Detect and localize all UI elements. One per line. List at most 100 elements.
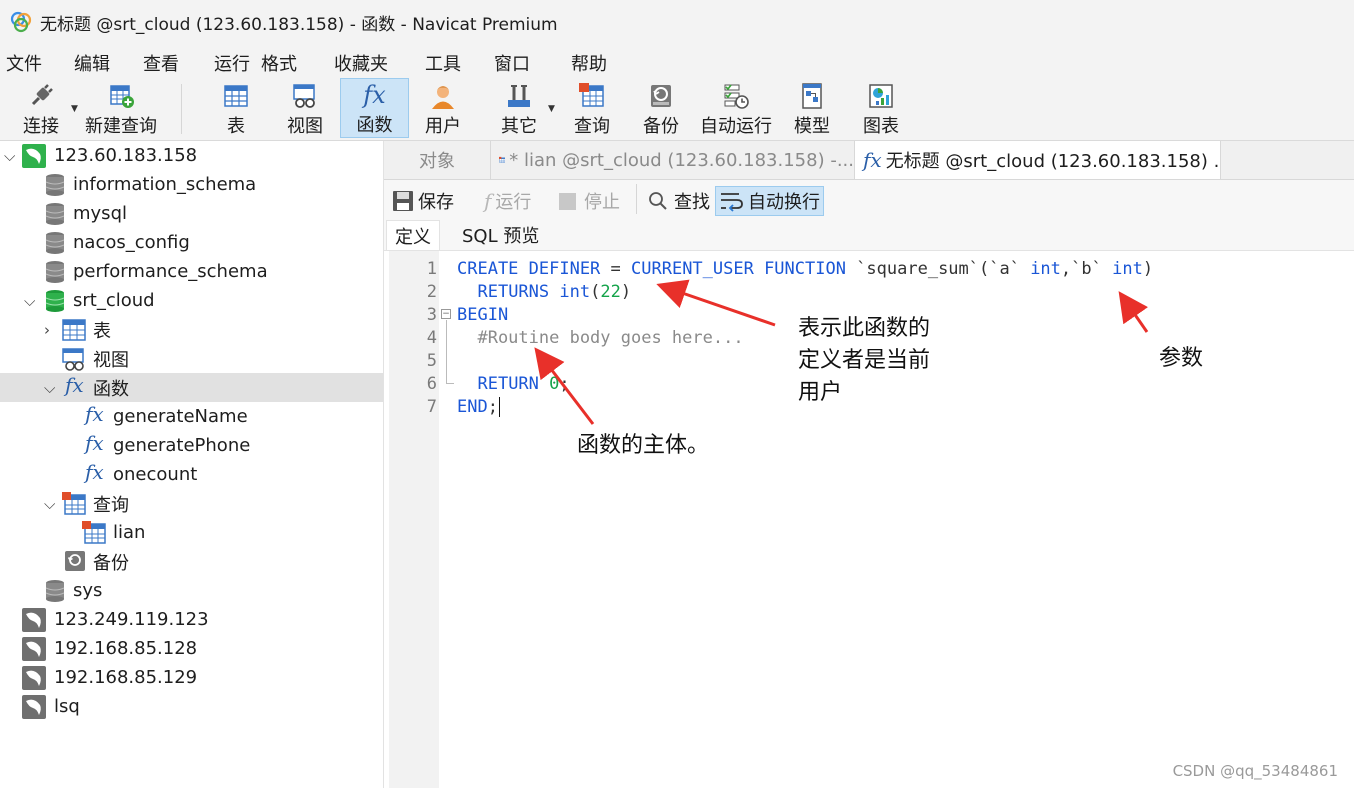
other-dropdown-icon[interactable]: ▼ [548, 104, 555, 114]
function-fx-icon: fx [85, 402, 104, 426]
mysql-connection-icon [22, 608, 46, 632]
tab-sql-preview[interactable]: SQL 预览 [454, 220, 547, 250]
tree-db-mysql[interactable]: mysql [0, 199, 383, 228]
chevron-down-icon[interactable]: ⌵ [44, 379, 55, 397]
menu-favorites[interactable]: 收藏夹 [334, 50, 388, 76]
other-button[interactable]: 其它 [497, 78, 541, 138]
window-title: 无标题 @srt_cloud (123.60.183.158) - 函数 - N… [40, 14, 558, 35]
tab-objects[interactable]: 对象 [384, 141, 491, 179]
query-button[interactable]: 查询 [570, 78, 614, 138]
find-button[interactable]: 查找 [648, 186, 710, 216]
tab-definition[interactable]: 定义 [386, 220, 440, 250]
tree-connection-123-60-183-158[interactable]: ⌵ 123.60.183.158 [0, 141, 383, 170]
tree-fn-generatephone[interactable]: fx generatePhone [0, 431, 383, 460]
backup-icon [65, 551, 85, 571]
tree-db-performance-schema[interactable]: performance_schema [0, 257, 383, 286]
chart-icon [869, 84, 893, 108]
chart-button[interactable]: 图表 [859, 78, 903, 138]
tree-node-backups[interactable]: 备份 [0, 547, 383, 576]
fold-toggle-icon[interactable]: − [441, 309, 451, 319]
save-icon [393, 191, 413, 211]
title-bar: 无标题 @srt_cloud (123.60.183.158) - 函数 - N… [0, 0, 1354, 44]
stop-icon [559, 192, 576, 210]
backup-button[interactable]: 备份 [639, 78, 683, 138]
function-fx-icon: fx [65, 373, 84, 397]
tree-node-views[interactable]: 视图 [0, 344, 383, 373]
menu-help[interactable]: 帮助 [571, 50, 607, 76]
code-line-1[interactable]: CREATE DEFINER = CURRENT_USER FUNCTION `… [457, 259, 1153, 279]
code-line-7[interactable]: END; [457, 397, 511, 417]
search-icon [649, 192, 667, 210]
query-icon [62, 492, 86, 515]
tree-node-queries[interactable]: ⌵ 查询 [0, 489, 383, 518]
model-icon [802, 83, 822, 109]
tab-lian-query[interactable]: * lian @srt_cloud (123.60.183.158) -... [491, 141, 855, 179]
menu-window[interactable]: 窗口 [494, 50, 530, 76]
tree-connection-192-168-85-129[interactable]: 192.168.85.129 [0, 663, 383, 692]
connect-button[interactable]: 连接 [16, 78, 66, 138]
tree-connection-123-249-119-123[interactable]: 123.249.119.123 [0, 605, 383, 634]
tree-db-nacos-config[interactable]: nacos_config [0, 228, 383, 257]
main-toolbar: 连接 ▼ 新建查询 表 视图 fx 函数 用户 其它 ▼ 查询 备份 自动运行 … [0, 78, 1354, 141]
stop-button[interactable]: 停止 [559, 186, 620, 216]
tree-node-functions[interactable]: ⌵ fx 函数 [0, 373, 383, 402]
save-button[interactable]: 保存 [392, 186, 454, 216]
table-icon [62, 319, 86, 341]
user-button[interactable]: 用户 [420, 78, 466, 138]
function-fx-icon: fx [85, 460, 104, 484]
menu-file[interactable]: 文件 [6, 50, 42, 76]
annotation-body: 函数的主体。 [577, 433, 710, 458]
chevron-down-icon[interactable]: ⌵ [44, 495, 55, 513]
chevron-right-icon[interactable]: › [44, 321, 50, 339]
mysql-connection-icon [22, 695, 46, 719]
line-number: 4 [426, 328, 437, 348]
menu-run[interactable]: 运行 [214, 50, 250, 76]
menu-edit[interactable]: 编辑 [74, 50, 110, 76]
table-button[interactable]: 表 [216, 78, 256, 138]
tree-connection-lsq[interactable]: lsq [0, 692, 383, 721]
toolbar-separator [636, 184, 637, 214]
code-line-4[interactable]: #Routine body goes here... [457, 328, 743, 348]
tree-query-lian[interactable]: lian [0, 518, 383, 547]
arrow-definer [656, 279, 776, 327]
editor-toolbar: 保存 f 运行 停止 查找 自动换行 [384, 180, 1354, 220]
tab-untitled-function[interactable]: fx 无标题 @srt_cloud (123.60.183.158) ... [855, 141, 1221, 179]
tree-fn-generatename[interactable]: fx generateName [0, 402, 383, 431]
chevron-down-icon[interactable]: ⌵ [24, 292, 35, 310]
document-tabs: 对象 * lian @srt_cloud (123.60.183.158) -.… [384, 141, 1354, 180]
line-number: 7 [426, 397, 437, 417]
line-number: 5 [426, 351, 437, 371]
tree-db-information-schema[interactable]: information_schema [0, 170, 383, 199]
tree-db-srt-cloud[interactable]: ⌵ srt_cloud [0, 286, 383, 315]
function-fx-icon: f [484, 189, 492, 213]
code-line-6[interactable]: RETURN 0; [457, 374, 569, 394]
plug-icon [31, 84, 53, 106]
fold-guide [446, 320, 447, 383]
word-wrap-button[interactable]: 自动换行 [715, 186, 824, 216]
function-button[interactable]: fx 函数 [340, 78, 409, 138]
model-button[interactable]: 模型 [790, 78, 834, 138]
view-button[interactable]: 视图 [282, 78, 328, 138]
auto-run-button[interactable]: 自动运行 [699, 78, 773, 138]
toolbar-separator [181, 84, 182, 134]
object-tree: ⌵ 123.60.183.158 information_schema mysq… [0, 141, 384, 788]
chevron-down-icon[interactable]: ⌵ [4, 147, 15, 165]
tree-fn-onecount[interactable]: fx onecount [0, 460, 383, 489]
code-line-3[interactable]: BEGIN [457, 305, 508, 325]
menu-view[interactable]: 查看 [143, 50, 179, 76]
menu-tools[interactable]: 工具 [425, 50, 461, 76]
watermark: CSDN @qq_53484861 [1172, 762, 1338, 780]
arrow-params [1118, 291, 1149, 333]
tree-connection-192-168-85-128[interactable]: 192.168.85.128 [0, 634, 383, 663]
run-button[interactable]: f 运行 [484, 186, 531, 216]
tree-node-tables[interactable]: › 表 [0, 315, 383, 344]
database-icon [45, 261, 65, 283]
query-icon [579, 83, 604, 107]
user-icon [432, 86, 454, 109]
connect-dropdown-icon[interactable]: ▼ [71, 104, 78, 114]
code-line-2[interactable]: RETURNS int(22) [457, 282, 631, 302]
new-query-button[interactable]: 新建查询 [82, 78, 160, 138]
tree-db-sys[interactable]: sys [0, 576, 383, 605]
menu-format[interactable]: 格式 [261, 50, 297, 76]
backup-icon [651, 85, 671, 107]
